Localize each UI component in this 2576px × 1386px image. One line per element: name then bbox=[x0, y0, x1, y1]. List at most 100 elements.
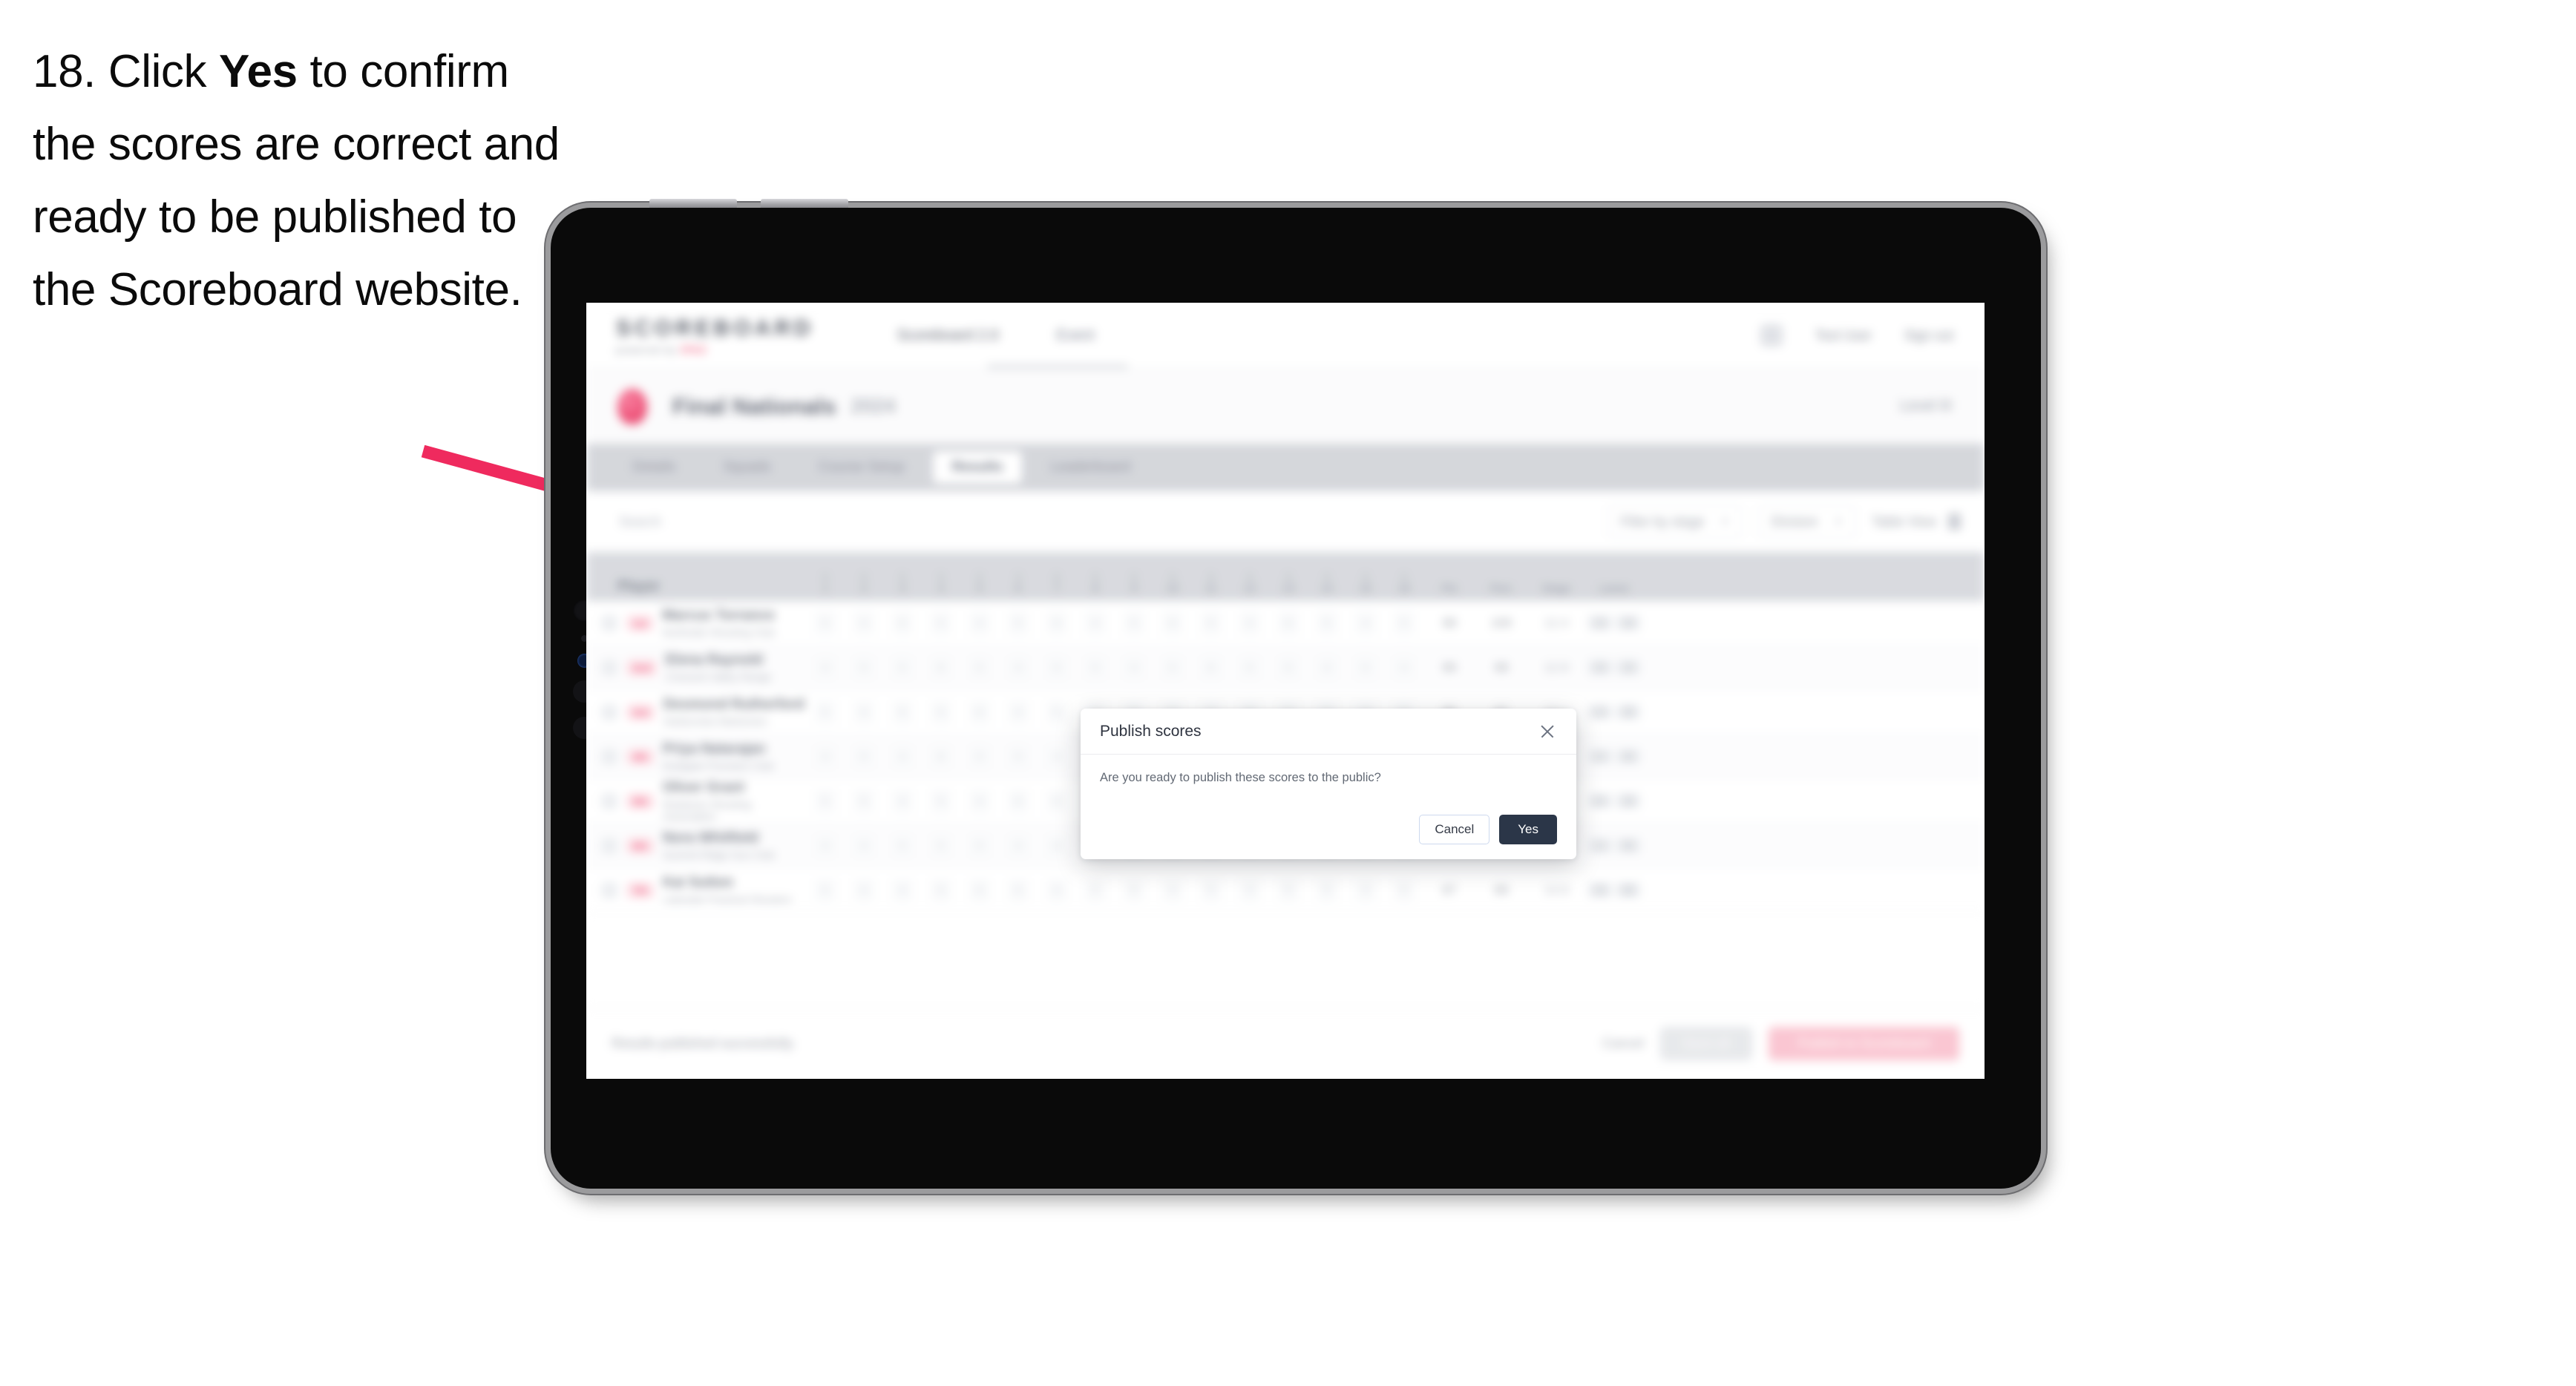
stage-filter-dropdown[interactable]: Filter by stage ▼ bbox=[1607, 505, 1743, 538]
score-cell[interactable]: 5 bbox=[1038, 700, 1076, 723]
tab-details[interactable]: Details bbox=[613, 451, 695, 484]
score-cell[interactable]: 4 bbox=[999, 700, 1038, 723]
score-cell[interactable]: 6 bbox=[960, 700, 999, 723]
score-cell[interactable]: 5 bbox=[1153, 656, 1192, 679]
table-row[interactable]: 2nd Elena Raynold Crescent Valley Range 4 5 5… bbox=[586, 646, 1985, 690]
view-mode-toggle[interactable]: Table View bbox=[1872, 513, 1961, 530]
division-filter-dropdown[interactable]: Division ▼ bbox=[1758, 505, 1856, 538]
score-cell[interactable]: 4 bbox=[960, 611, 999, 634]
score-cell[interactable]: 4 bbox=[999, 656, 1038, 679]
nav-item-scoreboard[interactable]: Scoreboard 2.0 bbox=[897, 327, 999, 344]
score-cell[interactable]: 5 bbox=[999, 878, 1038, 901]
score-cell[interactable]: 5 bbox=[1076, 878, 1115, 901]
score-cell[interactable]: 4 bbox=[1346, 611, 1385, 634]
row-checkbox[interactable] bbox=[601, 614, 617, 631]
score-cell[interactable]: 4 bbox=[806, 745, 845, 768]
table-row[interactable]: 1st Marcus Torrance Northside Shooting Clu… bbox=[586, 601, 1985, 646]
score-cell[interactable]: 5 bbox=[1115, 611, 1153, 634]
score-cell[interactable]: 6 bbox=[922, 745, 960, 768]
score-cell[interactable]: 5 bbox=[999, 745, 1038, 768]
score-cell[interactable]: 5 bbox=[806, 878, 845, 901]
score-cell[interactable]: 4 bbox=[999, 834, 1038, 857]
footer-cancel-link[interactable]: Cancel bbox=[1602, 1036, 1644, 1051]
score-cell[interactable]: 5 bbox=[1346, 656, 1385, 679]
row-checkbox[interactable] bbox=[601, 881, 617, 899]
score-cell[interactable]: 4 bbox=[845, 700, 883, 723]
score-cell[interactable]: 5 bbox=[883, 700, 922, 723]
score-cell[interactable]: 6 bbox=[1115, 878, 1153, 901]
score-cell[interactable]: 4 bbox=[1115, 656, 1153, 679]
cancel-button[interactable]: Cancel bbox=[1419, 815, 1490, 844]
row-checkbox[interactable] bbox=[601, 703, 617, 720]
score-cell[interactable]: 6 bbox=[1269, 611, 1308, 634]
score-cell[interactable]: 5 bbox=[1385, 611, 1423, 634]
score-cell[interactable]: 5 bbox=[1269, 878, 1308, 901]
table-row[interactable]: 7th Kai Sutton Lakeside Practical Shooters… bbox=[586, 868, 1985, 913]
score-cell[interactable]: 4 bbox=[1385, 656, 1423, 679]
score-cell[interactable]: 5 bbox=[1076, 656, 1115, 679]
score-cell[interactable]: 4 bbox=[1076, 611, 1115, 634]
score-cell[interactable]: 5 bbox=[922, 700, 960, 723]
score-cell[interactable]: 5 bbox=[883, 834, 922, 857]
score-cell[interactable]: 6 bbox=[1192, 656, 1230, 679]
score-cell[interactable]: 6 bbox=[1153, 611, 1192, 634]
score-cell[interactable]: 5 bbox=[960, 656, 999, 679]
search-input[interactable]: Search bbox=[610, 506, 788, 537]
score-cell[interactable]: 5 bbox=[806, 700, 845, 723]
brand-logo[interactable]: SCOREBOARD powered by IPSC bbox=[616, 316, 814, 355]
score-cell[interactable]: 4 bbox=[883, 789, 922, 812]
score-cell[interactable]: 5 bbox=[960, 878, 999, 901]
score-cell[interactable]: 5 bbox=[1038, 789, 1076, 812]
score-cell[interactable]: 5 bbox=[1038, 656, 1076, 679]
score-cell[interactable]: 6 bbox=[883, 611, 922, 634]
tab-results[interactable]: Results bbox=[932, 451, 1023, 484]
publish-to-scoreboard-button[interactable]: Publish to Scoreboard bbox=[1768, 1027, 1959, 1060]
score-cell[interactable]: 5 bbox=[1308, 611, 1346, 634]
score-cell[interactable]: 5 bbox=[1192, 611, 1230, 634]
tab-course-setup[interactable]: Course Setup bbox=[799, 451, 924, 484]
score-cell[interactable]: 6 bbox=[1385, 878, 1423, 901]
score-cell[interactable]: 4 bbox=[845, 834, 883, 857]
score-cell[interactable]: 5 bbox=[960, 745, 999, 768]
score-cell[interactable]: 5 bbox=[922, 834, 960, 857]
score-cell[interactable]: 5 bbox=[922, 789, 960, 812]
sign-out-link[interactable]: Sign out bbox=[1904, 328, 1953, 344]
score-cell[interactable]: 4 bbox=[806, 656, 845, 679]
score-cell[interactable]: 5 bbox=[1308, 878, 1346, 901]
score-cell[interactable]: 4 bbox=[845, 878, 883, 901]
row-checkbox[interactable] bbox=[601, 659, 617, 676]
yes-button[interactable]: Yes bbox=[1499, 815, 1557, 844]
score-cell[interactable]: 5 bbox=[960, 834, 999, 857]
row-checkbox[interactable] bbox=[601, 792, 617, 809]
score-cell[interactable]: 6 bbox=[922, 656, 960, 679]
score-cell[interactable]: 4 bbox=[1308, 656, 1346, 679]
score-cell[interactable]: 4 bbox=[1230, 611, 1269, 634]
row-checkbox[interactable] bbox=[601, 837, 617, 854]
score-cell[interactable]: 5 bbox=[1230, 656, 1269, 679]
nav-item-event[interactable]: Event bbox=[1056, 327, 1094, 344]
score-cell[interactable]: 4 bbox=[845, 611, 883, 634]
score-cell[interactable]: 5 bbox=[1269, 656, 1308, 679]
score-cell[interactable]: 6 bbox=[999, 789, 1038, 812]
score-cell[interactable]: 4 bbox=[1038, 745, 1076, 768]
save-all-button[interactable]: Save all bbox=[1659, 1027, 1752, 1060]
score-cell[interactable]: 4 bbox=[1230, 878, 1269, 901]
score-cell[interactable]: 6 bbox=[1038, 611, 1076, 634]
score-cell[interactable]: 4 bbox=[883, 745, 922, 768]
score-cell[interactable]: 4 bbox=[1346, 878, 1385, 901]
score-cell[interactable]: 5 bbox=[922, 878, 960, 901]
score-cell[interactable]: 5 bbox=[845, 745, 883, 768]
score-cell[interactable]: 4 bbox=[960, 789, 999, 812]
score-cell[interactable]: 4 bbox=[883, 878, 922, 901]
score-cell[interactable]: 5 bbox=[845, 656, 883, 679]
tab-leaderboard[interactable]: Leaderboard bbox=[1031, 451, 1150, 484]
tab-squads[interactable]: Squads bbox=[704, 451, 790, 484]
close-icon[interactable] bbox=[1538, 722, 1557, 741]
user-avatar-icon[interactable] bbox=[1760, 324, 1783, 346]
score-cell[interactable]: 4 bbox=[1153, 878, 1192, 901]
score-cell[interactable]: 5 bbox=[806, 789, 845, 812]
score-cell[interactable]: 4 bbox=[1038, 878, 1076, 901]
volume-down-button[interactable] bbox=[761, 199, 848, 208]
score-cell[interactable]: 5 bbox=[922, 611, 960, 634]
score-cell[interactable]: 6 bbox=[1038, 834, 1076, 857]
